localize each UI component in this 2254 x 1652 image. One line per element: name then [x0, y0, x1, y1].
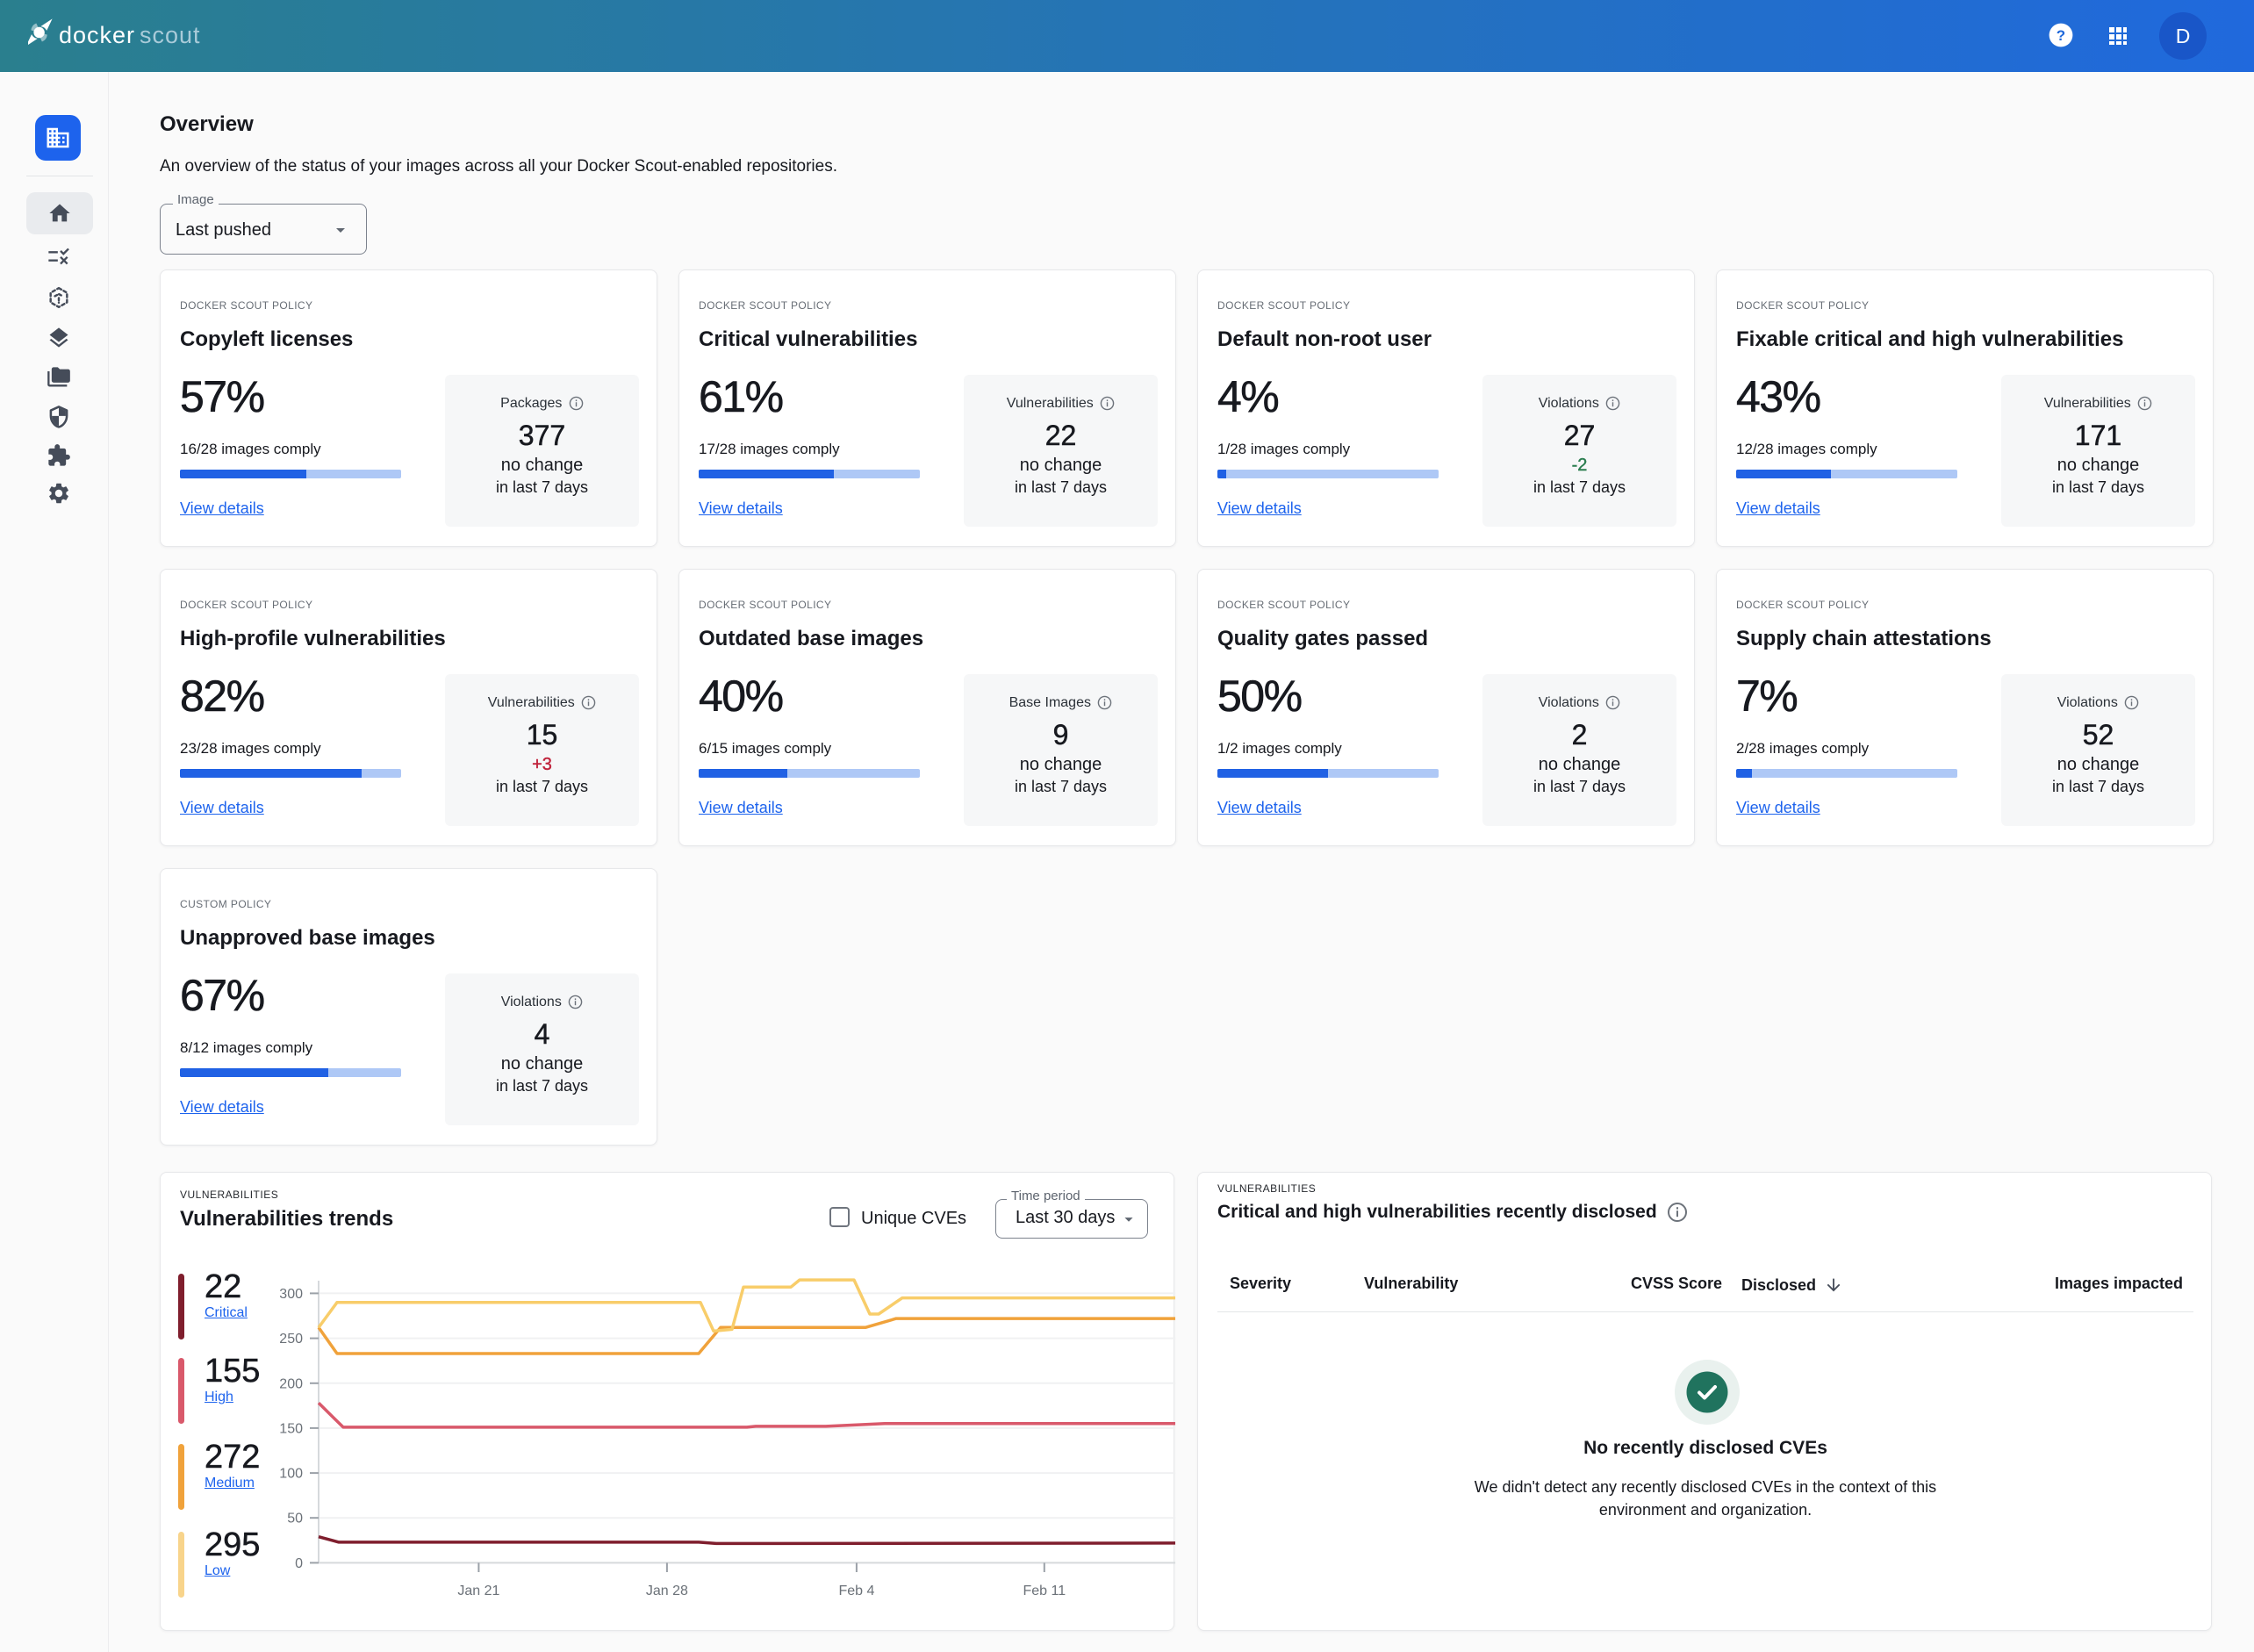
- svg-text:150: 150: [279, 1421, 303, 1436]
- svg-text:300: 300: [279, 1287, 303, 1302]
- svg-text:Feb 11: Feb 11: [1023, 1584, 1066, 1598]
- svg-text:50: 50: [287, 1512, 303, 1526]
- svg-text:Feb 4: Feb 4: [838, 1584, 874, 1598]
- svg-text:0: 0: [295, 1556, 303, 1571]
- svg-text:250: 250: [279, 1332, 303, 1347]
- svg-text:?: ?: [2057, 27, 2065, 44]
- svg-text:200: 200: [279, 1376, 303, 1391]
- svg-text:Jan 21: Jan 21: [457, 1584, 499, 1598]
- svg-text:100: 100: [279, 1467, 303, 1482]
- svg-text:Jan 28: Jan 28: [646, 1584, 688, 1598]
